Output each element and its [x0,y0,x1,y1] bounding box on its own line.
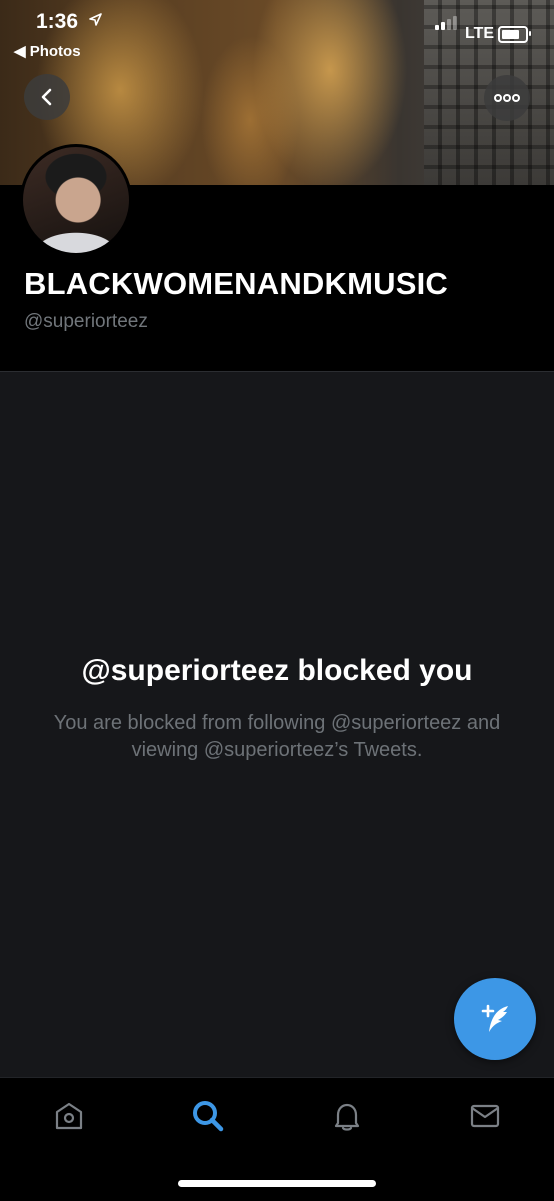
compose-tweet-icon [481,1004,508,1032]
network-label: LTE [465,25,495,42]
tab-notifications[interactable] [327,1096,367,1136]
compose-tweet-button[interactable] [454,978,536,1060]
more-dots-icon [494,94,520,102]
bell-icon [334,1103,360,1131]
search-icon [193,1101,224,1132]
back-button[interactable] [24,74,70,120]
status-time: 1:36 [36,10,79,33]
tab-home[interactable] [49,1096,89,1136]
back-to-photos-link[interactable]: ◀ Photos [14,42,81,60]
profile-handle: @superiorteez [24,311,148,332]
avatar[interactable] [20,144,132,256]
chevron-left-icon [41,88,52,106]
profile-display-name: BLACKWOMENANDKMUSIC [24,266,448,301]
more-options-button[interactable] [484,75,530,121]
mail-icon [470,1104,500,1128]
location-arrow-icon [89,13,102,30]
home-indicator[interactable] [178,1180,376,1187]
status-bar: 1:36 ◀ Photos LTE [0,0,554,70]
home-icon [55,1102,83,1130]
tab-search[interactable] [188,1096,228,1136]
battery-icon [498,26,531,43]
divider [0,371,554,372]
tab-messages[interactable] [465,1096,505,1136]
blocked-description: You are blocked from following @superior… [53,712,501,761]
blocked-title: @superiorteez blocked you [81,654,473,687]
